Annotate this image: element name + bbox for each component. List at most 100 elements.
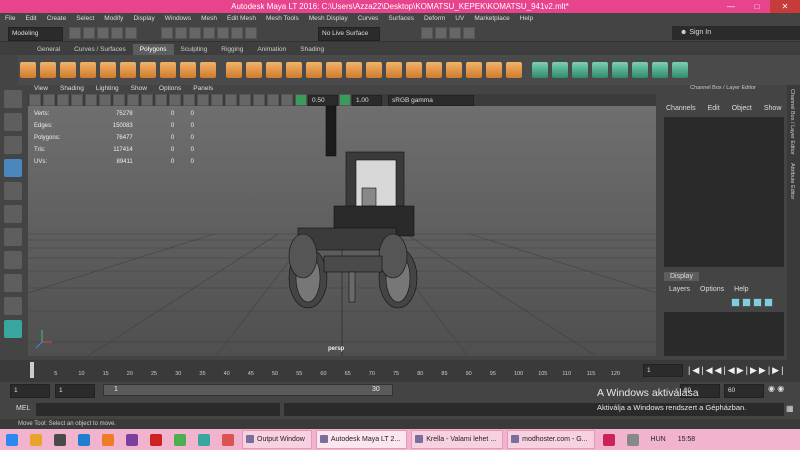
maya-taskbar-icon[interactable] bbox=[198, 433, 210, 446]
winrar-icon[interactable] bbox=[126, 433, 138, 446]
tray-network-icon[interactable] bbox=[626, 433, 639, 446]
uv-planar-icon[interactable] bbox=[552, 62, 568, 78]
menu-mesh[interactable]: Mesh bbox=[196, 15, 222, 22]
menu-create[interactable]: Create bbox=[42, 15, 72, 22]
layer-move-up-icon[interactable] bbox=[731, 298, 740, 307]
maximize-icon[interactable]: □ bbox=[744, 0, 770, 13]
poly-prism-icon[interactable] bbox=[140, 62, 156, 78]
rotate-tool-icon[interactable] bbox=[4, 182, 22, 200]
xray-icon[interactable] bbox=[253, 94, 265, 106]
clock[interactable]: 15:58 bbox=[678, 436, 696, 443]
live-surface-field[interactable]: No Live Surface bbox=[318, 27, 380, 41]
menu-curves[interactable]: Curves bbox=[353, 15, 384, 22]
gamma-icon[interactable] bbox=[339, 94, 351, 106]
save-scene-icon[interactable] bbox=[97, 27, 109, 39]
paint-icon[interactable] bbox=[189, 27, 201, 39]
poly-cube-icon[interactable] bbox=[40, 62, 56, 78]
tab-shading[interactable]: Shading bbox=[293, 44, 331, 55]
new-scene-icon[interactable] bbox=[69, 27, 81, 39]
step-forward-icon[interactable]: ▶| bbox=[759, 365, 772, 375]
uv-layout-icon[interactable] bbox=[652, 62, 668, 78]
extract-icon[interactable] bbox=[266, 62, 282, 78]
current-frame-field[interactable]: 1 bbox=[643, 364, 683, 377]
move-tool-icon[interactable] bbox=[4, 159, 22, 177]
poly-sphere-icon[interactable] bbox=[20, 62, 36, 78]
wedge-icon[interactable] bbox=[486, 62, 502, 78]
sign-in-button[interactable]: ☻ Sign In bbox=[672, 26, 800, 40]
viewport-menu-panels[interactable]: Panels bbox=[187, 85, 219, 94]
poke-icon[interactable] bbox=[506, 62, 522, 78]
lasso-icon[interactable] bbox=[175, 27, 187, 39]
gate-mask-icon[interactable] bbox=[127, 94, 139, 106]
bookmark-icon[interactable] bbox=[57, 94, 69, 106]
tab-channel-box[interactable]: Channel Box / Layer Editor bbox=[787, 85, 797, 159]
anim-prefs-icon[interactable]: ◉ ◉ bbox=[768, 384, 784, 393]
append-icon[interactable] bbox=[406, 62, 422, 78]
windows-start-icon[interactable] bbox=[6, 433, 18, 446]
menu-surfaces[interactable]: Surfaces bbox=[383, 15, 419, 22]
uv-checker-icon[interactable] bbox=[672, 62, 688, 78]
redo-icon[interactable] bbox=[125, 27, 137, 39]
mirror-icon[interactable] bbox=[326, 62, 342, 78]
combine-icon[interactable] bbox=[226, 62, 242, 78]
uv-spherical-icon[interactable] bbox=[592, 62, 608, 78]
layer-menu-help[interactable]: Help bbox=[729, 286, 753, 293]
select-tool-icon[interactable] bbox=[4, 90, 22, 108]
menu-mesh-tools[interactable]: Mesh Tools bbox=[261, 15, 304, 22]
layer-new-selected-icon[interactable] bbox=[764, 298, 773, 307]
media-icon[interactable] bbox=[150, 433, 162, 446]
step-back-icon[interactable]: |◀ bbox=[701, 365, 714, 375]
merge-icon[interactable] bbox=[446, 62, 462, 78]
taskbar-krella[interactable]: Krella - Valami lehet ... bbox=[411, 430, 504, 449]
select-mode-icon[interactable] bbox=[161, 27, 173, 39]
snap-point-icon[interactable] bbox=[231, 27, 243, 39]
gamma-field[interactable]: 1.00 bbox=[352, 94, 382, 106]
uv-auto-icon[interactable] bbox=[612, 62, 628, 78]
scale-tool-icon[interactable] bbox=[4, 205, 22, 223]
bridge-icon[interactable] bbox=[366, 62, 382, 78]
layer-list[interactable] bbox=[664, 312, 784, 356]
render-settings-icon[interactable] bbox=[449, 27, 461, 39]
lights-icon[interactable] bbox=[211, 94, 223, 106]
channel-box-menu-object[interactable]: Object bbox=[726, 105, 758, 112]
cmd-icon[interactable] bbox=[54, 433, 66, 446]
channel-box-menu-edit[interactable]: Edit bbox=[702, 105, 726, 112]
mel-label[interactable]: MEL bbox=[16, 405, 30, 412]
poly-pyramid-icon[interactable] bbox=[160, 62, 176, 78]
firefox-icon[interactable] bbox=[102, 433, 114, 446]
outliner-icon[interactable] bbox=[4, 297, 22, 315]
go-to-start-icon[interactable]: |◀ bbox=[688, 365, 701, 375]
film-gate-icon[interactable] bbox=[99, 94, 111, 106]
play-forward-icon[interactable]: ▶ bbox=[737, 365, 746, 375]
uv-unfold-icon[interactable] bbox=[632, 62, 648, 78]
next-key-icon[interactable]: |▶ bbox=[746, 365, 759, 375]
tab-polygons[interactable]: Polygons bbox=[132, 44, 174, 55]
tab-animation[interactable]: Animation bbox=[250, 44, 293, 55]
exposure-field[interactable]: 0.50 bbox=[308, 94, 338, 106]
open-scene-icon[interactable] bbox=[83, 27, 95, 39]
snap-grid-icon[interactable] bbox=[203, 27, 215, 39]
taskbar-modhoster[interactable]: modhoster.com - G... bbox=[507, 430, 595, 449]
menu-edit[interactable]: Edit bbox=[20, 15, 41, 22]
poly-helix-icon[interactable] bbox=[200, 62, 216, 78]
fill-hole-icon[interactable] bbox=[426, 62, 442, 78]
ao-icon[interactable] bbox=[281, 94, 293, 106]
animation-start-field[interactable]: 1 bbox=[10, 384, 50, 398]
tab-display[interactable]: Display bbox=[664, 272, 699, 281]
menu-marketplace[interactable]: Marketplace bbox=[469, 15, 514, 22]
tray-app-icon[interactable] bbox=[602, 433, 615, 446]
chrome-icon[interactable] bbox=[174, 433, 186, 446]
boolean-icon[interactable] bbox=[306, 62, 322, 78]
exposure-icon[interactable] bbox=[295, 94, 307, 106]
collapse-icon[interactable] bbox=[466, 62, 482, 78]
taskbar-maya[interactable]: Autodesk Maya LT 2... bbox=[315, 430, 408, 449]
textured-icon[interactable] bbox=[197, 94, 209, 106]
colorspace-dropdown[interactable]: sRGB gamma bbox=[388, 94, 474, 106]
menu-file[interactable]: File bbox=[0, 15, 20, 22]
isolate-icon[interactable] bbox=[239, 94, 251, 106]
layer-menu-options[interactable]: Options bbox=[695, 286, 729, 293]
play-back-icon[interactable]: ◀ bbox=[728, 365, 737, 375]
layer-move-down-icon[interactable] bbox=[742, 298, 751, 307]
tab-general[interactable]: General bbox=[30, 44, 67, 55]
animation-end-field[interactable]: 60 bbox=[724, 384, 764, 398]
